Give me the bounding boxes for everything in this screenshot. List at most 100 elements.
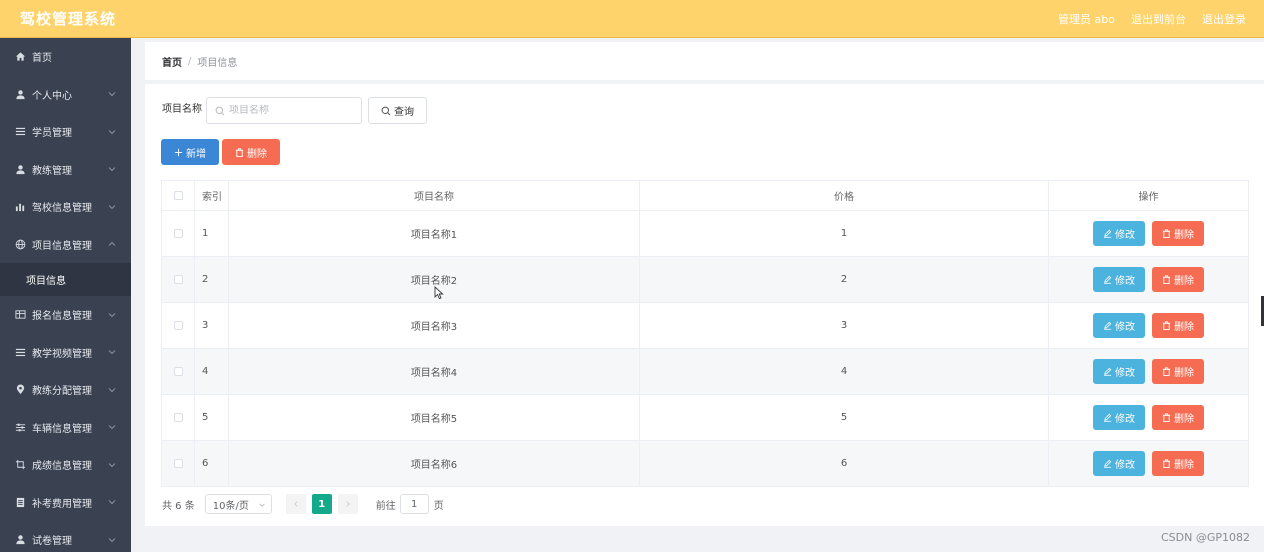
- edit-button[interactable]: 修改: [1093, 405, 1145, 430]
- trash-icon: [235, 147, 244, 157]
- sidebar-item-registration[interactable]: 报名信息管理: [0, 296, 131, 334]
- edit-icon: [1103, 459, 1112, 468]
- breadcrumb-current: 项目信息: [197, 57, 238, 69]
- cell-actions: 修改 删除: [1049, 349, 1248, 394]
- chevron-down-icon: [108, 312, 116, 317]
- top-bar: 驾校管理系统 管理员 abo 退出到前台 退出登录: [0, 0, 1264, 38]
- sidebar-item-label: 项目信息管理: [32, 240, 92, 252]
- add-button[interactable]: 新增: [161, 139, 219, 165]
- user-icon: [14, 534, 26, 546]
- table-row: 2 项目名称2 2 修改 删除: [162, 257, 1248, 303]
- chevron-down-icon: [108, 129, 116, 134]
- sidebar-item-students[interactable]: 学员管理: [0, 113, 131, 151]
- sidebar-item-project-info[interactable]: 项目信息管理: [0, 226, 131, 264]
- delete-button[interactable]: 删除: [1152, 221, 1204, 246]
- delete-button[interactable]: 删除: [1152, 359, 1204, 384]
- edit-button-label: 修改: [1115, 230, 1135, 241]
- delete-button[interactable]: 删除: [1152, 451, 1204, 476]
- chevron-down-icon: [108, 387, 116, 392]
- chevron-down-icon: [108, 350, 116, 355]
- sidebar-item-coach-assign[interactable]: 教练分配管理: [0, 371, 131, 409]
- row-checkbox[interactable]: [173, 275, 183, 284]
- search-input[interactable]: [229, 105, 349, 116]
- next-page-button[interactable]: [337, 494, 358, 514]
- table-row: 3 项目名称3 3 修改 删除: [162, 303, 1248, 349]
- mouse-cursor-icon: [434, 286, 444, 300]
- watermark: CSDN @GP1082: [1160, 531, 1250, 544]
- batch-delete-label: 删除: [247, 148, 267, 160]
- sidebar-item-label: 成绩信息管理: [32, 461, 92, 473]
- document-icon: [14, 496, 26, 508]
- delete-button-label: 删除: [1174, 368, 1194, 379]
- page-size-select[interactable]: 10条/页: [204, 494, 272, 514]
- admin-name[interactable]: 管理员 abo: [1058, 11, 1115, 27]
- sidebar-item-vehicles[interactable]: 车辆信息管理: [0, 409, 131, 447]
- delete-button[interactable]: 删除: [1152, 267, 1204, 292]
- breadcrumb-home[interactable]: 首页: [162, 54, 182, 69]
- prev-page-button[interactable]: [285, 494, 306, 514]
- row-checkbox[interactable]: [173, 413, 183, 422]
- delete-button[interactable]: 删除: [1152, 313, 1204, 338]
- edit-button[interactable]: 修改: [1093, 451, 1145, 476]
- sidebar-item-label: 试卷管理: [32, 536, 72, 548]
- query-button[interactable]: 查询: [368, 97, 427, 124]
- sidebar-item-exam-papers[interactable]: 试卷管理: [0, 521, 131, 552]
- table-row: 1 项目名称1 1 修改 删除: [162, 211, 1248, 257]
- sidebar-item-videos[interactable]: 教学视频管理: [0, 334, 131, 372]
- table-row: 5 项目名称5 5 修改 删除: [162, 395, 1248, 441]
- table-row: 6 项目名称6 6 修改 删除: [162, 441, 1248, 487]
- edit-icon: [1103, 275, 1112, 284]
- chart-icon: [14, 201, 26, 213]
- to-front-link[interactable]: 退出到前台: [1131, 11, 1186, 27]
- row-checkbox[interactable]: [173, 459, 183, 468]
- cell-price: 6: [640, 441, 1049, 486]
- chevron-down-icon: [108, 204, 116, 209]
- sidebar-subitem-project-info[interactable]: 项目信息: [0, 263, 131, 296]
- chevron-down-icon: [108, 462, 116, 467]
- sidebar-item-label: 首页: [32, 53, 52, 65]
- location-icon: [14, 384, 26, 396]
- delete-button[interactable]: 删除: [1152, 405, 1204, 430]
- sidebar-item-school-info[interactable]: 驾校信息管理: [0, 188, 131, 226]
- sidebar-item-profile[interactable]: 个人中心: [0, 76, 131, 114]
- edit-button-label: 修改: [1115, 460, 1135, 471]
- search-label: 项目名称: [162, 104, 202, 115]
- sidebar-item-home[interactable]: 首页: [0, 38, 131, 76]
- row-checkbox[interactable]: [173, 367, 183, 376]
- edit-button[interactable]: 修改: [1093, 267, 1145, 292]
- batch-delete-button[interactable]: 删除: [222, 139, 280, 165]
- page-number-current[interactable]: 1: [311, 494, 332, 514]
- row-checkbox[interactable]: [173, 229, 183, 238]
- edit-button[interactable]: 修改: [1093, 221, 1145, 246]
- row-checkbox[interactable]: [173, 321, 183, 330]
- pagination: 共 6 条 10条/页 1 前往 页: [162, 493, 444, 515]
- chevron-up-icon: [108, 242, 116, 247]
- cell-index: 2: [195, 257, 229, 302]
- edit-button[interactable]: 修改: [1093, 359, 1145, 384]
- edit-button-label: 修改: [1115, 276, 1135, 287]
- user-icon: [14, 88, 26, 100]
- sidebar-item-coaches[interactable]: 教练管理: [0, 151, 131, 189]
- trash-icon: [1162, 459, 1171, 468]
- list-icon: [14, 346, 26, 358]
- select-all-checkbox[interactable]: [173, 191, 183, 200]
- edit-button-label: 修改: [1115, 322, 1135, 333]
- add-button-label: 新增: [186, 148, 206, 160]
- sliders-icon: [14, 421, 26, 433]
- sidebar-item-scores[interactable]: 成绩信息管理: [0, 446, 131, 484]
- sidebar-item-label: 个人中心: [32, 90, 72, 102]
- edit-button[interactable]: 修改: [1093, 313, 1145, 338]
- search-box[interactable]: [206, 97, 362, 124]
- cell-actions: 修改 删除: [1049, 441, 1248, 486]
- app-title: 驾校管理系统: [20, 10, 117, 28]
- sidebar-item-retake-fees[interactable]: 补考费用管理: [0, 484, 131, 522]
- cell-actions: 修改 删除: [1049, 257, 1248, 302]
- logout-link[interactable]: 退出登录: [1202, 11, 1246, 27]
- cell-index: 6: [195, 441, 229, 486]
- table-body: 1 项目名称1 1 修改 删除 2 项目名称2 2 修改 删除 3 项目名称3 3 修改 删除 4 项目名称4 4…: [162, 211, 1248, 487]
- user-icon: [14, 163, 26, 175]
- edit-icon: [1103, 367, 1112, 376]
- goto-page-input[interactable]: [399, 494, 429, 514]
- delete-button-label: 删除: [1174, 414, 1194, 425]
- cell-name: 项目名称4: [229, 349, 640, 394]
